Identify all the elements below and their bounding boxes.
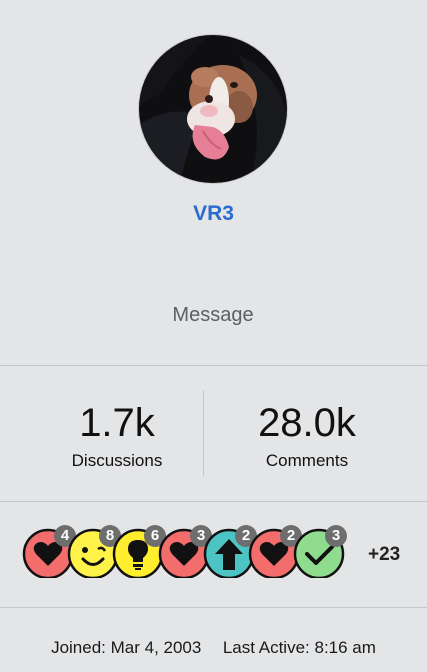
joined-label: Joined: [51,638,106,657]
reaction-badge-lightbulb[interactable]: 6 [112,525,166,578]
last-active-label: Last Active: [222,638,310,657]
more-reactions-link[interactable]: +23 [368,544,400,566]
discussions-stat[interactable]: 1.7k Discussions [37,395,197,471]
comments-count: 28.0k [258,401,356,445]
comments-stat[interactable]: 28.0k Comments [227,395,387,471]
stat-separator [203,390,204,476]
joined-date: Mar 4, 2003 [110,638,202,657]
username-link[interactable]: VR3 [0,202,427,226]
member-meta: Joined: Mar 4, 2003 Last Active: 8:16 am [0,638,427,658]
reaction-badge-checkmark[interactable]: 3 [293,525,347,578]
discussions-count: 1.7k [79,401,155,445]
message-button[interactable]: Message [163,300,263,330]
reactions-list: 4 8 6 3 2 2 3 [22,525,422,582]
discussions-label: Discussions [71,451,163,470]
divider [0,607,427,608]
profile-card: VR3 Message 1.7k Discussions 28.0k Comme… [0,0,427,672]
last-active-time: 8:16 am [314,638,376,657]
reaction-count: 3 [325,525,347,547]
comments-label: Comments [265,451,349,470]
divider [0,501,427,502]
avatar[interactable] [139,35,287,183]
dog-photo [139,35,287,183]
divider [0,365,427,366]
